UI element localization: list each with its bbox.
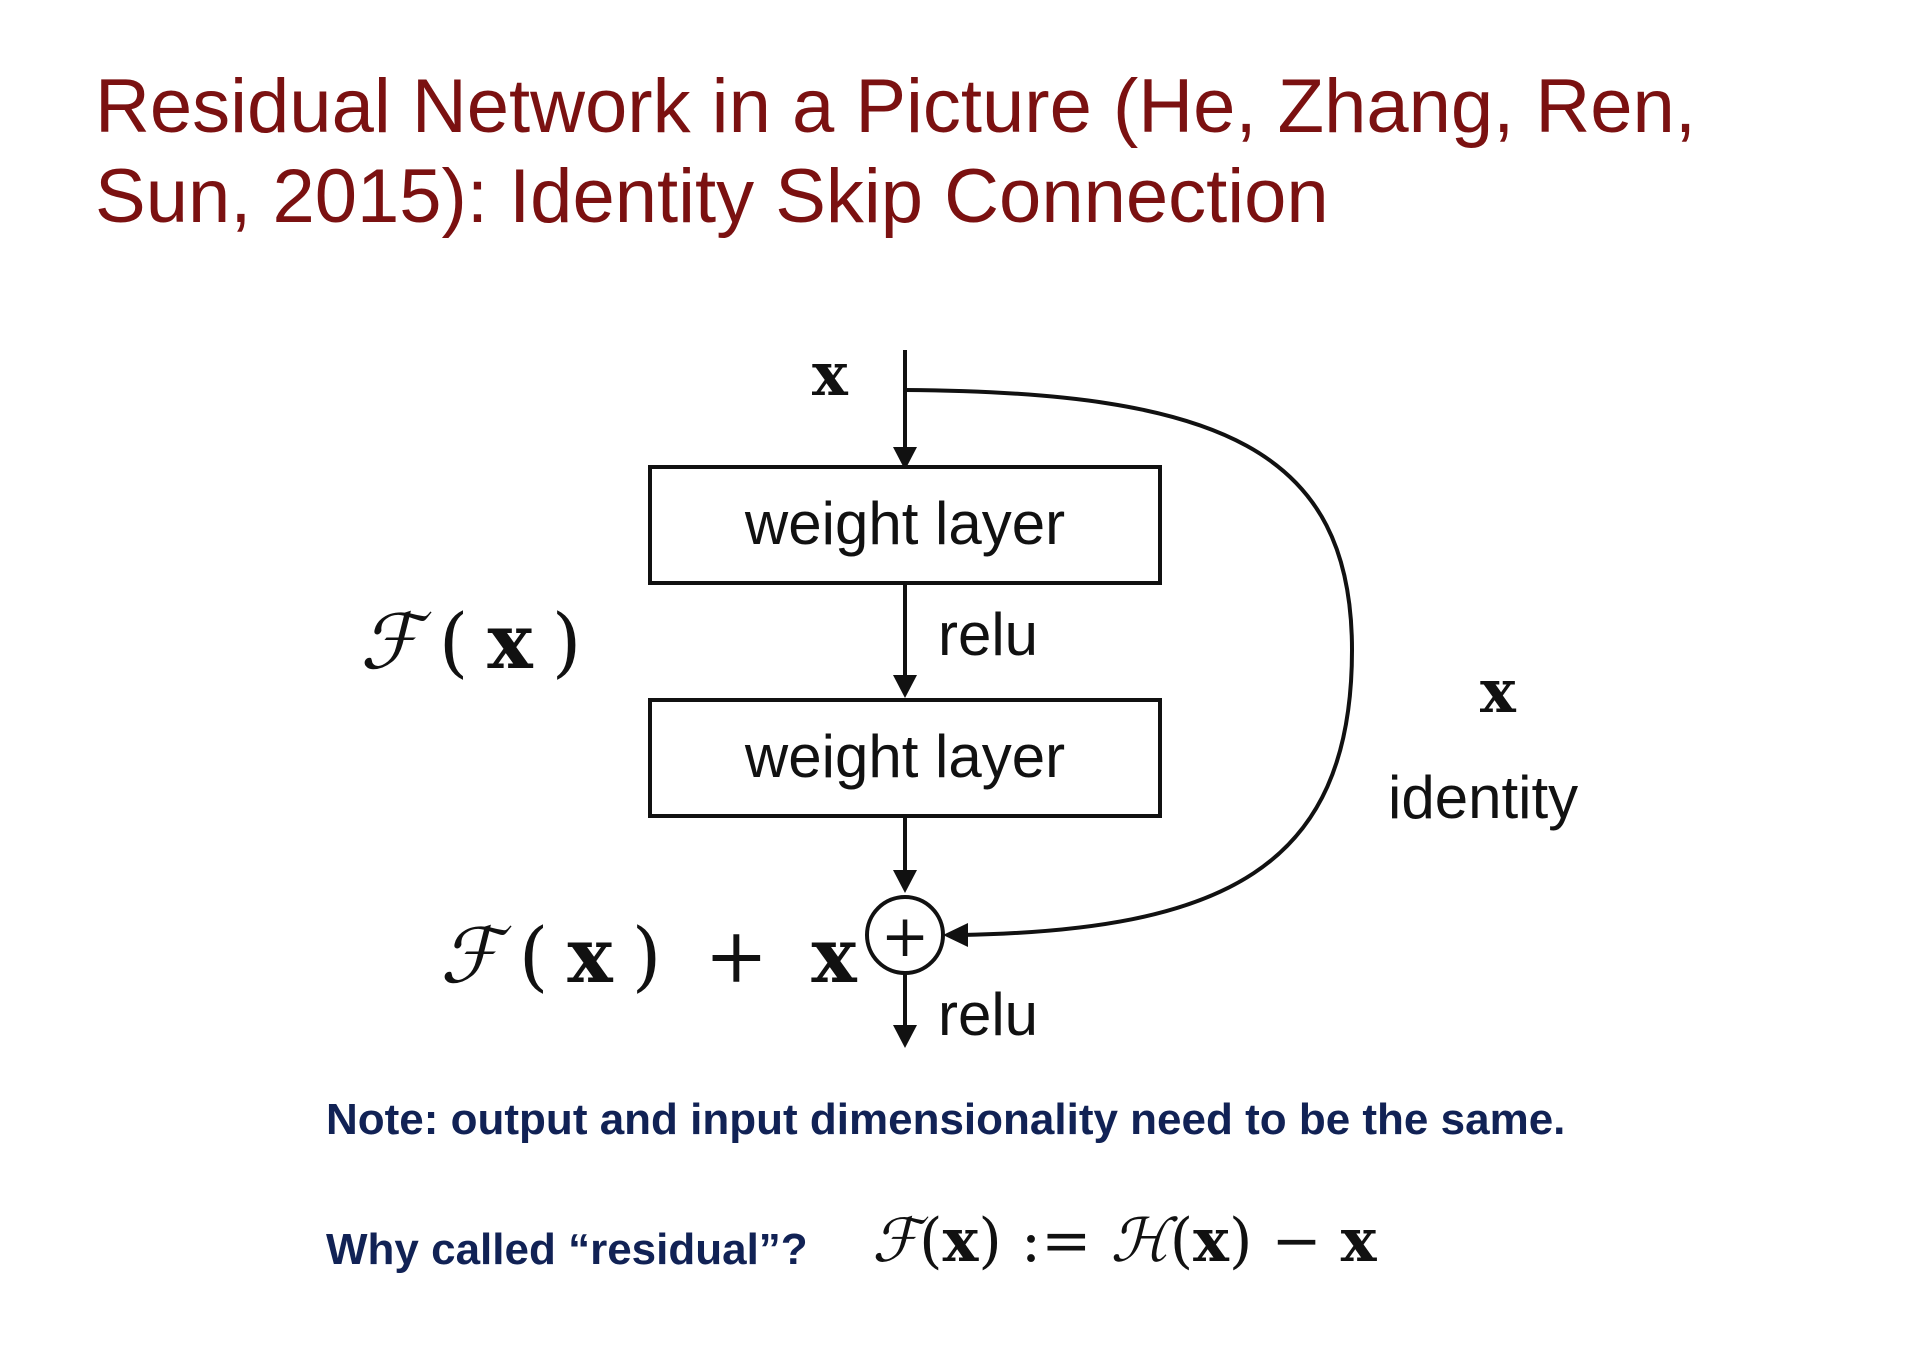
plus-operator: +	[680, 911, 792, 1000]
assign-operator: :=	[1001, 1206, 1111, 1276]
weight-layer-1-label: weight layer	[744, 490, 1065, 557]
script-f-symbol: ℱ	[440, 911, 512, 1000]
x-symbol: x	[567, 911, 613, 1000]
dimensionality-note: Note: output and input dimensionality ne…	[326, 1095, 1566, 1144]
close-paren: )	[552, 597, 582, 686]
x-symbol-3: x	[1340, 1206, 1377, 1276]
final-arrowhead	[893, 1025, 917, 1048]
x-symbol: x	[487, 597, 533, 686]
hidden-arrowhead	[893, 675, 917, 698]
output-arrowhead	[893, 870, 917, 893]
relu-1-label: relu	[938, 601, 1038, 668]
sum-output-label: ℱ ( x ) + x	[440, 911, 857, 1000]
weight-layer-2-label: weight layer	[744, 723, 1065, 790]
residual-question: Why called “residual”?	[326, 1225, 808, 1274]
script-h-symbol: ℋ	[1110, 1206, 1170, 1276]
slide: Residual Network in a Picture (He, Zhang…	[0, 0, 1916, 1366]
x-symbol-2: x	[1193, 1206, 1229, 1276]
open-paren: (	[439, 597, 469, 686]
script-f-symbol: ℱ	[360, 597, 432, 686]
open-paren: (	[519, 911, 549, 1000]
plus-symbol: +	[881, 902, 930, 970]
identity-label: identity	[1388, 764, 1578, 831]
input-x-label: x	[812, 340, 849, 410]
shortcut-arrowhead	[943, 923, 968, 947]
residual-equation: ℱ(x) := ℋ(x) − x	[872, 1206, 1377, 1276]
residual-block-diagram: x weight layer relu weight layer + relu …	[360, 340, 1578, 1048]
script-f-symbol: ℱ	[872, 1206, 920, 1276]
residual-function-label: ℱ ( x )	[360, 597, 581, 686]
x-symbol: x	[942, 1206, 979, 1276]
shortcut-x-label: x	[1480, 657, 1517, 727]
relu-2-label: relu	[938, 981, 1038, 1048]
close-paren: )	[632, 911, 662, 1000]
minus-operator: −	[1252, 1206, 1341, 1276]
x-symbol-2: x	[811, 911, 857, 1000]
